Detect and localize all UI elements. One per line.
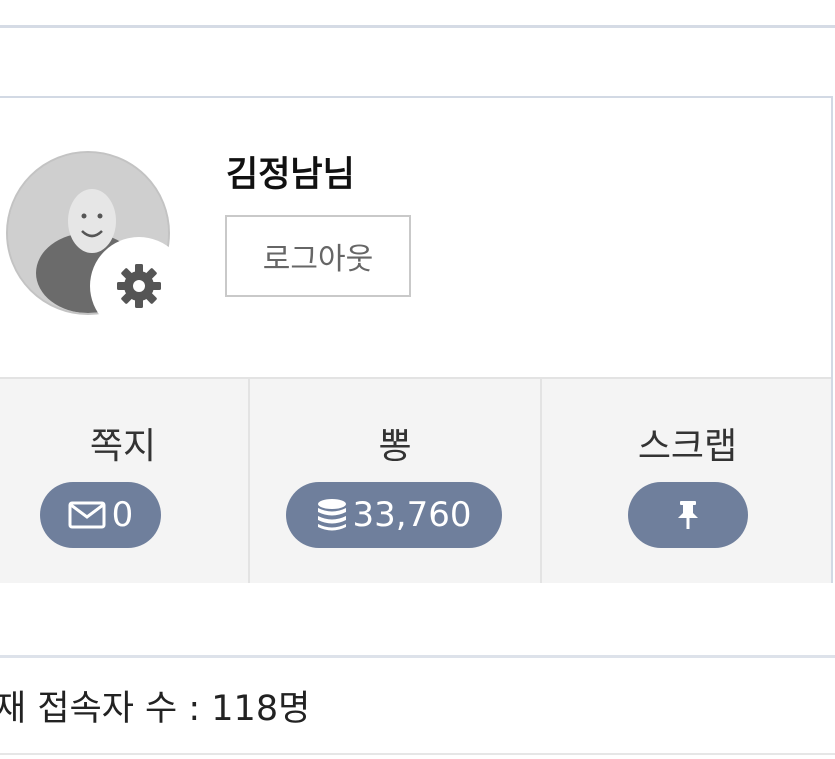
messages-button[interactable]: 0 [40, 482, 161, 548]
stat-messages-label: 쪽지 [89, 426, 157, 467]
profile-section: 김정남님 로그아웃 [0, 98, 831, 377]
points-button[interactable]: 33,760 [286, 482, 502, 548]
coin-stack-icon [317, 499, 346, 531]
stat-points-label: 뽕 [378, 426, 412, 467]
top-divider [0, 25, 835, 28]
stats-bar: 쪽지 0 뽕 33,760 스크랩 [0, 377, 831, 583]
stat-points: 뽕 33,760 [250, 379, 542, 583]
stat-scrap-label: 스크랩 [637, 426, 738, 467]
envelope-icon [68, 501, 106, 529]
gear-icon [117, 264, 161, 308]
logout-button[interactable]: 로그아웃 [225, 215, 411, 297]
user-panel: 김정남님 로그아웃 쪽지 0 뽕 33,760 스크랩 [0, 96, 833, 583]
visitor-count-text: 재 접속자 수 : 118명 [0, 688, 311, 729]
settings-button[interactable] [90, 237, 188, 335]
username: 김정남님 [226, 155, 355, 195]
messages-count: 0 [111, 495, 134, 535]
stat-messages: 쪽지 0 [0, 379, 250, 583]
scrap-button[interactable] [628, 482, 748, 548]
stat-scrap: 스크랩 [542, 379, 833, 583]
pushpin-icon [678, 501, 698, 529]
points-value: 33,760 [352, 495, 472, 535]
bottom-divider [0, 753, 835, 755]
visitor-count: 재 접속자 수 : 118명 [0, 658, 835, 752]
